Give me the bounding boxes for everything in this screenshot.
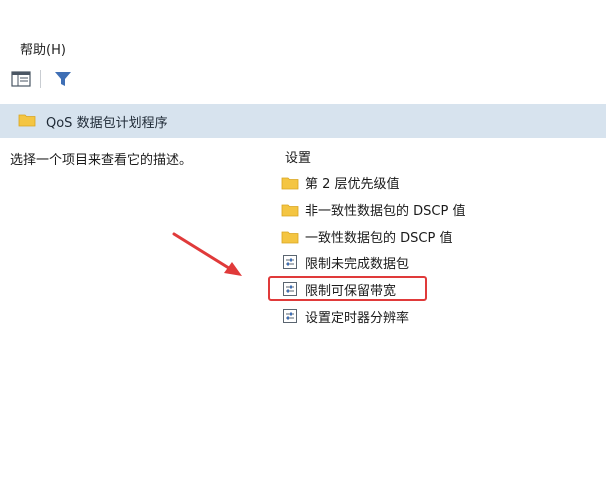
annotation-arrow-icon [172,232,242,276]
list-view-icon[interactable] [8,68,34,90]
toolbar-separator [40,70,41,88]
content-pane: QoS 数据包计划程序 选择一个项目来查看它的描述。 设置 第 2 层优先级值 … [0,96,606,496]
filter-icon[interactable] [50,68,76,90]
menu-bar: 帮助(H) [0,34,606,60]
toolbar [0,62,606,97]
menu-help[interactable]: 帮助(H) [20,39,66,58]
